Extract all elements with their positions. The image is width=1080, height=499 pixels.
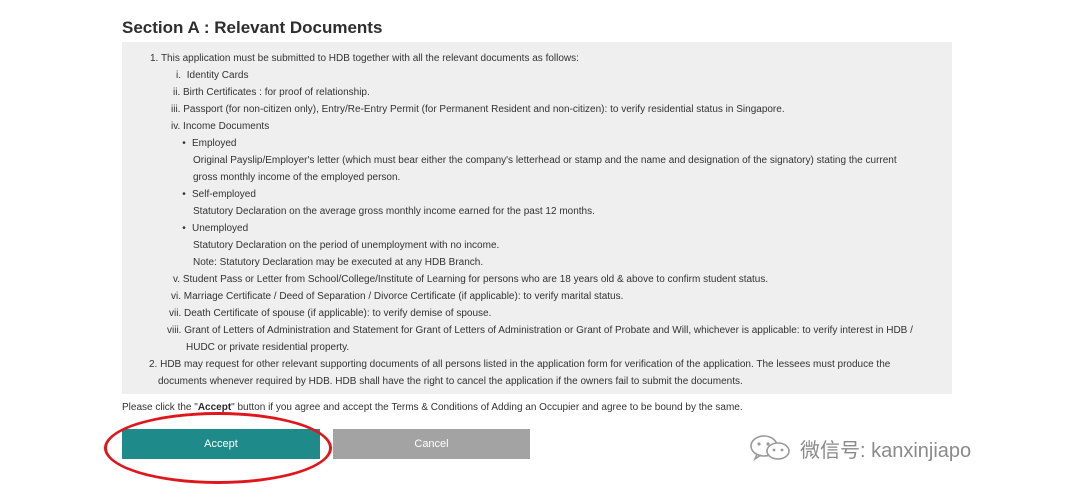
self-employed-label: Self-employed (192, 189, 256, 200)
employed-label: Employed (192, 138, 237, 149)
bullet-self-employed: • Self-employed (150, 186, 948, 203)
unemployed-label: Unemployed (192, 223, 249, 234)
bullet-employed: • Employed (150, 135, 948, 152)
employed-desc-1: Original Payslip/Employer's letter (whic… (193, 155, 897, 166)
documents-list: 1. This application must be submitted to… (149, 50, 948, 390)
bullet-icon: • (182, 138, 186, 149)
item-i: i. Identity Cards (150, 67, 948, 84)
item-iv-text: Income Documents (183, 121, 270, 132)
item-vi-text: Marriage Certificate / Deed of Separatio… (183, 291, 624, 302)
item-iii-text: Passport (for non-citizen only), Entry/R… (183, 104, 785, 115)
item-ii: ii. Birth Certificates : for proof of re… (150, 84, 948, 101)
section-title: Section A : Relevant Documents (122, 18, 383, 37)
item-2-line-2: documents whenever required by HDB. HDB … (158, 376, 743, 387)
watermark-text: 微信号: kanxinjiapo (800, 439, 972, 462)
notice-prefix: Please click the " (122, 402, 198, 413)
notice-suffix: " button if you agree and accept the Ter… (231, 402, 743, 413)
accept-button[interactable]: Accept (122, 429, 320, 459)
item-vii-num: vii. (169, 308, 182, 319)
item-vi-num: vi. (171, 291, 181, 302)
item-2-line-1: 2. HDB may request for other relevant su… (149, 359, 891, 370)
item-1-intro: 1. This application must be submitted to… (150, 53, 579, 64)
item-v-text: Student Pass or Letter from School/Colle… (182, 274, 769, 285)
item-v: v. Student Pass or Letter from School/Co… (150, 271, 948, 288)
watermark: 微信号: kanxinjiapo (748, 433, 971, 463)
wechat-icon (750, 435, 790, 461)
self-employed-desc: Statutory Declaration on the average gro… (193, 206, 595, 217)
employed-desc-2: gross monthly income of the employed per… (193, 172, 401, 183)
item-viii: viii. Grant of Letters of Administration… (150, 322, 948, 339)
item-viii-text-2: HUDC or private residential property. (186, 342, 350, 353)
item-viii-num: viii. (167, 325, 182, 336)
unemployed-desc: Statutory Declaration on the period of u… (193, 240, 500, 251)
item-i-num: i. (176, 70, 181, 81)
item-i-text: Identity Cards (186, 70, 249, 81)
bullet-icon: • (182, 189, 186, 200)
documents-panel: 1. This application must be submitted to… (122, 42, 952, 394)
item-iii: iii. Passport (for non-citizen only), En… (150, 101, 948, 118)
item-v-num: v. (173, 274, 181, 285)
item-ii-num: ii. (173, 87, 181, 98)
item-iv: iv. Income Documents (150, 118, 948, 135)
bullet-unemployed: • Unemployed (150, 220, 948, 237)
item-iii-num: iii. (171, 104, 181, 115)
cancel-button[interactable]: Cancel (333, 429, 530, 459)
item-viii-text-1: Grant of Letters of Administration and S… (184, 325, 913, 336)
unemployed-note: Note: Statutory Declaration may be execu… (193, 257, 484, 268)
item-iv-num: iv. (171, 121, 181, 132)
item-vi: vi. Marriage Certificate / Deed of Separ… (150, 288, 948, 305)
item-ii-text: Birth Certificates : for proof of relati… (183, 87, 370, 98)
bullet-icon: • (182, 223, 186, 234)
item-vii: vii. Death Certificate of spouse (if app… (150, 305, 948, 322)
accept-notice: Please click the "Accept" button if you … (122, 402, 743, 413)
item-vii-text: Death Certificate of spouse (if applicab… (184, 308, 492, 319)
notice-accept-bold: Accept (197, 402, 232, 413)
